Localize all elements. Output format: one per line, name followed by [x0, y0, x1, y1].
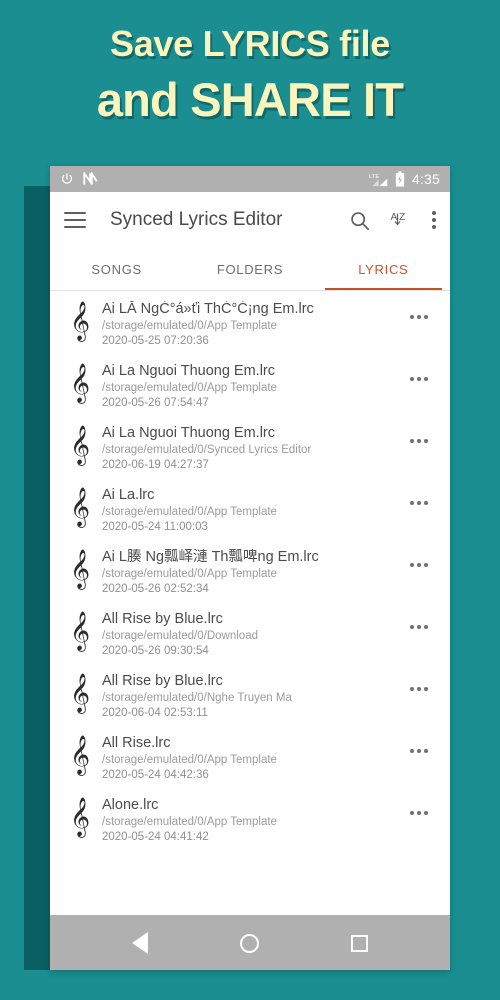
tab-folders[interactable]: FOLDERS [183, 248, 316, 290]
list-item-body: All Rise by Blue.lrc /storage/emulated/0… [96, 673, 402, 721]
list-item-body: Ai LĂ NgĆ°á»ťi ThĆ°Ć¡ng Em.lrc /storage/… [96, 301, 402, 349]
phone-mockup: LTE 4:35 Synced Lyrics Editor A Z SONGS … [50, 166, 450, 970]
tab-songs-label: SONGS [91, 261, 142, 277]
hamburger-menu-icon[interactable] [64, 212, 86, 228]
app-bar: Synced Lyrics Editor A Z [50, 192, 450, 248]
list-item-date: 2020-05-26 09:30:54 [102, 645, 209, 657]
svg-text:LTE: LTE [369, 174, 379, 180]
list-item-path: /storage/emulated/0/Nghe Truyen Ma [102, 692, 292, 704]
more-options-icon[interactable] [402, 501, 436, 505]
list-item-title: Ai La.lrc [102, 487, 155, 503]
nav-home-icon[interactable] [240, 933, 259, 953]
treble-clef-icon: 𝄞 [69, 301, 91, 341]
more-options-icon[interactable] [402, 377, 436, 381]
treble-clef-icon: 𝄞 [69, 611, 91, 651]
treble-clef-icon: 𝄞 [69, 487, 91, 527]
promo-banner: Save LYRICS file and SHARE IT [0, 0, 500, 160]
more-options-icon[interactable] [402, 315, 436, 319]
tab-lyrics[interactable]: LYRICS [317, 248, 450, 290]
treble-clef-icon: 𝄞 [69, 673, 91, 713]
status-bar: LTE 4:35 [50, 166, 450, 192]
list-item-path: /storage/emulated/0/App Template [102, 506, 277, 518]
list-item-path: /storage/emulated/0/Synced Lyrics Editor [102, 444, 312, 456]
treble-clef-icon: 𝄞 [69, 363, 91, 403]
app-bar-actions: A Z [349, 210, 436, 231]
list-item-title: Ai LĂ NgĆ°á»ťi ThĆ°Ć¡ng Em.lrc [102, 301, 314, 317]
tab-lyrics-label: LYRICS [358, 261, 409, 277]
list-item-body: Alone.lrc /storage/emulated/0/App Templa… [96, 797, 402, 845]
list-item[interactable]: 𝄞 Alone.lrc /storage/emulated/0/App Temp… [50, 787, 450, 849]
status-bar-left-icons [60, 172, 98, 186]
more-options-icon[interactable] [402, 625, 436, 629]
list-item-date: 2020-06-04 02:53:11 [102, 707, 208, 719]
sort-az-icon[interactable]: A Z [390, 210, 412, 231]
list-item-body: Ai L腠 Ng瓢峄漣 Th瓢啤ng Em.lrc /storage/emula… [96, 549, 402, 597]
list-item[interactable]: 𝄞 Ai La Nguoi Thuong Em.lrc /storage/emu… [50, 415, 450, 477]
list-item[interactable]: 𝄞 Ai La.lrc /storage/emulated/0/App Temp… [50, 477, 450, 539]
android-navigation-bar [50, 915, 450, 970]
promo-headline-line2: and SHARE IT [96, 73, 404, 126]
list-item-body: Ai La.lrc /storage/emulated/0/App Templa… [96, 487, 402, 535]
list-item-date: 2020-05-24 04:42:36 [102, 769, 209, 781]
more-options-icon[interactable] [402, 749, 436, 753]
svg-text:A: A [390, 212, 397, 223]
list-item[interactable]: 𝄞 All Rise by Blue.lrc /storage/emulated… [50, 663, 450, 725]
list-item-title: Ai L腠 Ng瓢峄漣 Th瓢啤ng Em.lrc [102, 549, 319, 565]
list-item-title: Alone.lrc [102, 797, 159, 813]
list-item[interactable]: 𝄞 All Rise by Blue.lrc /storage/emulated… [50, 601, 450, 663]
tab-songs[interactable]: SONGS [50, 248, 183, 290]
list-item[interactable]: 𝄞 Ai La Nguoi Thuong Em.lrc /storage/emu… [50, 353, 450, 415]
list-item-body: Ai La Nguoi Thuong Em.lrc /storage/emula… [96, 363, 402, 411]
list-item[interactable]: 𝄞 Ai L腠 Ng瓢峄漣 Th瓢啤ng Em.lrc /storage/emu… [50, 539, 450, 601]
list-item-title: All Rise by Blue.lrc [102, 673, 223, 689]
treble-clef-icon: 𝄞 [69, 797, 91, 837]
battery-icon [395, 171, 405, 187]
list-item-body: All Rise by Blue.lrc /storage/emulated/0… [96, 611, 402, 659]
list-item-body: All Rise.lrc /storage/emulated/0/App Tem… [96, 735, 402, 783]
lte-signal-icon: LTE [369, 174, 388, 186]
list-item-date: 2020-05-26 07:54:47 [102, 397, 209, 409]
list-item-date: 2020-05-26 02:52:34 [102, 583, 209, 595]
list-item-date: 2020-06-19 04:27:37 [102, 459, 209, 471]
list-item-title: All Rise.lrc [102, 735, 171, 751]
list-item-path: /storage/emulated/0/App Template [102, 816, 277, 828]
list-item-body: Ai La Nguoi Thuong Em.lrc /storage/emula… [96, 425, 402, 473]
overflow-menu-icon[interactable] [432, 211, 436, 229]
list-item-date: 2020-05-24 11:00:03 [102, 521, 208, 533]
list-item-path: /storage/emulated/0/App Template [102, 320, 277, 332]
list-item-path: /storage/emulated/0/Download [102, 630, 258, 642]
list-item-date: 2020-05-25 07:20:36 [102, 335, 209, 347]
promo-headline-line1: Save LYRICS file [109, 23, 390, 64]
nav-recents-icon[interactable] [351, 934, 368, 952]
list-item-path: /storage/emulated/0/App Template [102, 382, 277, 394]
more-options-icon[interactable] [402, 811, 436, 815]
list-item-title: Ai La Nguoi Thuong Em.lrc [102, 363, 276, 379]
treble-clef-icon: 𝄞 [69, 549, 91, 589]
list-item-title: Ai La Nguoi Thuong Em.lrc [102, 425, 276, 441]
list-item-path: /storage/emulated/0/App Template [102, 568, 277, 580]
tab-folders-label: FOLDERS [216, 261, 284, 277]
list-item[interactable]: 𝄞 All Rise.lrc /storage/emulated/0/App T… [50, 725, 450, 787]
treble-clef-icon: 𝄞 [69, 425, 91, 465]
search-icon[interactable] [349, 210, 370, 231]
nav-back-icon[interactable] [132, 932, 148, 954]
more-options-icon[interactable] [402, 439, 436, 443]
lyrics-file-list[interactable]: 𝄞 Ai LĂ NgĆ°á»ťi ThĆ°Ć¡ng Em.lrc /storag… [50, 291, 450, 915]
power-icon [61, 173, 73, 184]
status-bar-right-icons: LTE 4:35 [369, 171, 440, 187]
page-title: Synced Lyrics Editor [110, 209, 283, 230]
tab-bar: SONGS FOLDERS LYRICS [50, 248, 450, 291]
treble-clef-icon: 𝄞 [69, 735, 91, 775]
list-item-path: /storage/emulated/0/App Template [102, 754, 277, 766]
list-item-title: All Rise by Blue.lrc [102, 611, 223, 627]
list-item[interactable]: 𝄞 Ai LĂ NgĆ°á»ťi ThĆ°Ć¡ng Em.lrc /storag… [50, 291, 450, 353]
status-bar-clock: 4:35 [411, 171, 440, 187]
more-options-icon[interactable] [402, 687, 436, 691]
more-options-icon[interactable] [402, 563, 436, 567]
list-item-date: 2020-05-24 04:41:42 [102, 831, 209, 843]
nfc-icon [83, 172, 98, 185]
